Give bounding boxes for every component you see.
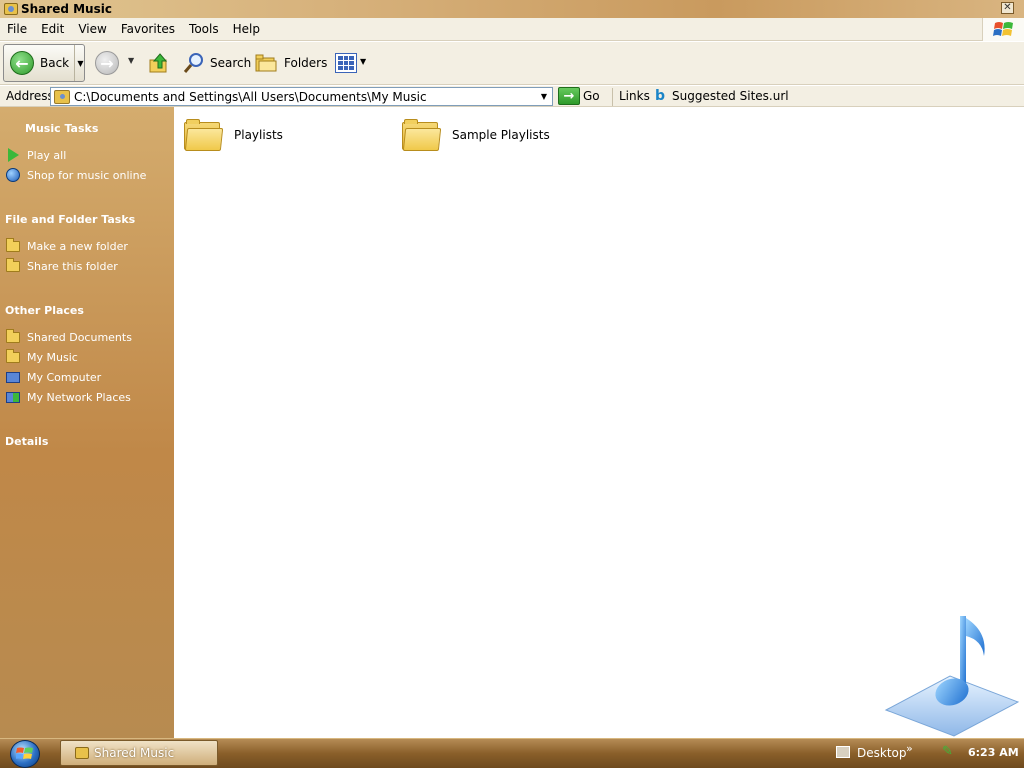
my-music-link[interactable]: My Music	[5, 348, 78, 364]
folder-icon	[5, 328, 21, 344]
shop-online-label: Shop for music online	[27, 168, 147, 182]
address-text: C:\Documents and Settings\All Users\Docu…	[74, 89, 427, 104]
links-label[interactable]: Links	[619, 89, 650, 103]
music-folder-icon	[5, 348, 21, 364]
folder-icon	[4, 3, 18, 15]
go-button[interactable]: Go	[583, 89, 600, 103]
desktop-icon[interactable]	[836, 746, 850, 758]
file-folder-tasks-heading[interactable]: File and Folder Tasks	[5, 213, 135, 226]
shared-documents-link[interactable]: Shared Documents	[5, 328, 132, 344]
my-network-places-link[interactable]: My Network Places	[5, 390, 131, 404]
folder-item-sample-playlists[interactable]: Sample Playlists	[402, 119, 550, 151]
back-button[interactable]: ← Back ▼	[3, 44, 85, 82]
make-new-folder-link[interactable]: Make a new folder	[5, 237, 128, 253]
forward-button[interactable]: →	[95, 51, 119, 75]
music-tasks-heading[interactable]: Music Tasks	[25, 122, 98, 135]
folder-icon	[75, 747, 89, 759]
views-dropdown-button[interactable]: ▼	[360, 57, 366, 66]
network-tray-icon[interactable]: ✎	[942, 745, 956, 759]
share-folder-label: Share this folder	[27, 259, 118, 273]
menu-edit[interactable]: Edit	[34, 22, 71, 36]
other-places-heading[interactable]: Other Places	[5, 304, 84, 317]
title-bar: Shared Music	[0, 0, 1024, 18]
start-button[interactable]	[10, 740, 40, 768]
suggested-sites-link[interactable]: Suggested Sites.url	[672, 89, 789, 103]
window-title: Shared Music	[21, 2, 112, 16]
views-icon[interactable]	[335, 53, 357, 73]
back-dropdown-button[interactable]: ▼	[74, 45, 86, 81]
search-icon[interactable]	[182, 51, 206, 75]
shared-documents-label: Shared Documents	[27, 330, 132, 344]
forward-dropdown-button[interactable]: ▼	[128, 56, 134, 65]
network-icon	[5, 390, 21, 404]
globe-icon	[5, 168, 21, 182]
bing-icon: b	[655, 88, 666, 104]
make-new-folder-label: Make a new folder	[27, 239, 128, 253]
folders-button[interactable]: Folders	[284, 56, 327, 70]
folder-icon	[402, 119, 442, 151]
folder-icon	[184, 119, 224, 151]
task-pane: Music Tasks Play all Shop for music onli…	[0, 107, 174, 738]
desktop-toolbar-label[interactable]: Desktop	[857, 746, 907, 760]
computer-icon	[5, 370, 21, 384]
menu-tools[interactable]: Tools	[182, 22, 226, 36]
folders-icon[interactable]	[255, 53, 277, 73]
menu-bar: File Edit View Favorites Tools Help	[0, 18, 1024, 41]
music-note-icon	[880, 610, 1020, 740]
windows-flag-icon	[982, 18, 1024, 41]
address-label: Address	[6, 89, 54, 103]
go-arrow-icon[interactable]: →	[558, 87, 580, 105]
search-button[interactable]: Search	[210, 56, 251, 70]
back-label: Back	[40, 56, 70, 70]
taskbar-button-label: Shared Music	[94, 746, 175, 760]
play-all-label: Play all	[27, 148, 67, 162]
back-arrow-icon: ←	[10, 51, 34, 75]
menu-favorites[interactable]: Favorites	[114, 22, 182, 36]
folder-icon	[54, 89, 70, 104]
my-computer-link[interactable]: My Computer	[5, 370, 101, 384]
my-music-label: My Music	[27, 350, 78, 364]
play-icon	[5, 148, 21, 162]
folder-label: Sample Playlists	[452, 128, 550, 142]
address-field[interactable]: C:\Documents and Settings\All Users\Docu…	[50, 87, 553, 106]
menu-view[interactable]: View	[71, 22, 113, 36]
folder-item-playlists[interactable]: Playlists	[184, 119, 283, 151]
chevron-right-icon[interactable]: »	[906, 742, 913, 755]
separator	[612, 88, 613, 106]
shop-online-link[interactable]: Shop for music online	[5, 168, 146, 182]
up-folder-button[interactable]	[148, 52, 170, 74]
clock[interactable]: 6:23 AM	[968, 746, 1019, 759]
menu-help[interactable]: Help	[226, 22, 267, 36]
address-dropdown-button[interactable]: ▼	[536, 88, 552, 105]
taskbar-button-shared-music[interactable]: Shared Music	[60, 740, 218, 766]
share-folder-link[interactable]: Share this folder	[5, 257, 118, 273]
share-folder-icon	[5, 257, 21, 273]
play-all-link[interactable]: Play all	[5, 148, 66, 162]
details-heading[interactable]: Details	[5, 435, 48, 448]
close-button[interactable]: ✕	[1001, 2, 1014, 14]
folder-label: Playlists	[234, 128, 283, 142]
my-computer-label: My Computer	[27, 370, 102, 384]
my-network-places-label: My Network Places	[27, 390, 131, 404]
new-folder-icon	[5, 237, 21, 253]
menu-file[interactable]: File	[0, 22, 34, 36]
